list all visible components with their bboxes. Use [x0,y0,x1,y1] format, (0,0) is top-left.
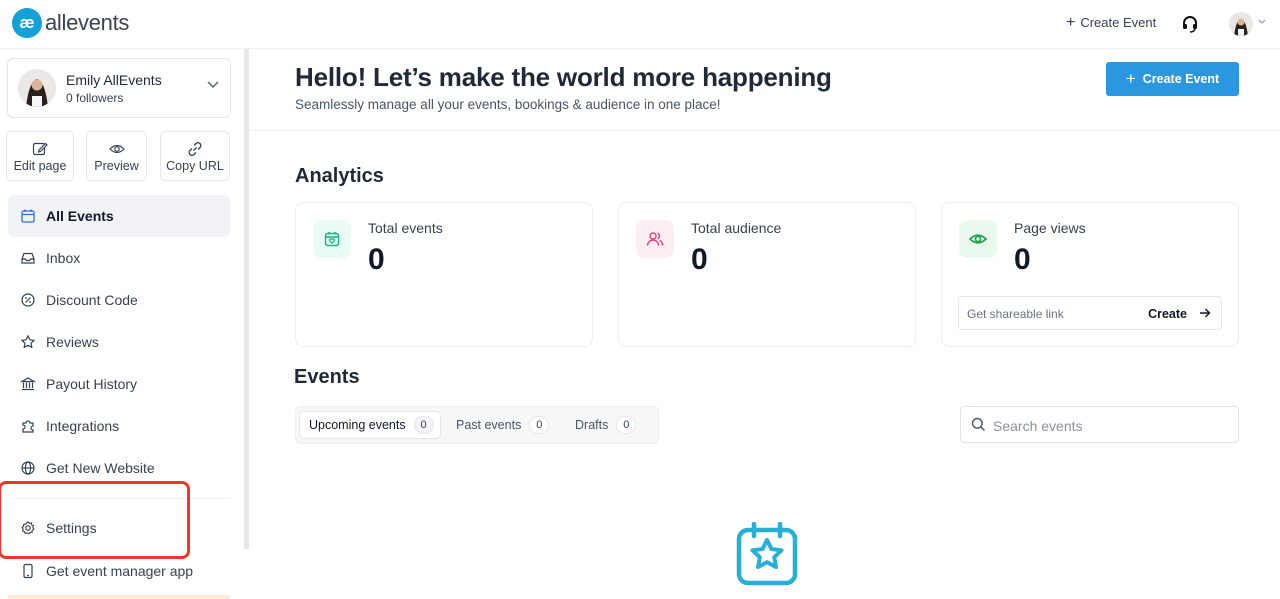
sidebar-item-payout-history[interactable]: Payout History [8,363,230,405]
search-events-box[interactable] [960,406,1239,443]
sidebar-item-label: Discount Code [46,292,138,308]
tab-past-events[interactable]: Past events 0 [456,411,550,439]
total-audience-value: 0 [691,243,708,276]
tab-label: Drafts [575,418,609,432]
inbox-icon [20,250,36,266]
page-views-value: 0 [1014,243,1031,276]
phone-icon [20,563,36,579]
top-bar: æ allevents + Create Event [0,0,1280,49]
plus-icon: + [1066,13,1076,31]
star-icon [20,334,36,350]
preview-button[interactable]: Preview [86,131,147,181]
sidebar-item-label: Get event manager app [46,563,194,579]
promo-strip [8,595,230,599]
preview-label: Preview [94,159,139,173]
globe-icon [20,460,36,476]
create-event-button[interactable]: + Create Event [1106,62,1239,96]
header-create-event-link[interactable]: + Create Event [1066,13,1157,31]
tab-count: 0 [413,416,434,434]
copy-url-button[interactable]: Copy URL [160,131,230,181]
eye-icon [959,220,997,258]
tab-count: 0 [616,416,637,434]
chevron-down-icon[interactable] [1258,19,1266,25]
header-create-event-label: Create Event [1080,15,1157,30]
event-tabs: Upcoming events 0 Past events 0 Drafts 0 [295,406,659,444]
sidebar-item-label: Get New Website [46,460,155,476]
page-views-label: Page views [1014,220,1086,236]
edit-icon [32,141,48,157]
tab-upcoming-events[interactable]: Upcoming events 0 [299,411,441,439]
profile-followers: 0 followers [66,91,124,105]
puzzle-icon [20,418,36,434]
sidebar-item-reviews[interactable]: Reviews [8,321,230,363]
search-input[interactable] [991,413,1230,439]
sidebar-item-all-events[interactable]: All Events [8,195,230,237]
tab-label: Past events [456,418,522,432]
events-title: Events [294,366,360,388]
logo[interactable]: æ allevents [12,8,129,38]
bank-icon [20,376,36,392]
headset-icon[interactable] [1181,15,1199,33]
edit-page-label: Edit page [13,159,67,173]
copy-url-label: Copy URL [166,159,224,173]
sidebar-item-label: Integrations [46,418,120,434]
link-icon [187,141,203,157]
profile-name: Emily AllEvents [66,72,162,88]
sidebar-item-inbox[interactable]: Inbox [8,237,230,279]
logo-text: allevents [45,10,130,35]
total-events-card: Total events 0 [295,202,593,347]
user-avatar[interactable] [1229,12,1253,36]
sidebar: Emily AllEvents 0 followers Edit page Pr… [0,49,244,599]
logo-mark: æ [12,8,42,38]
sidebar-item-label: Reviews [46,334,99,350]
sidebar-item-label: Inbox [46,250,81,266]
sidebar-item-integrations[interactable]: Integrations [8,405,230,447]
total-events-label: Total events [368,220,443,236]
users-icon [636,220,674,258]
create-event-label: Create Event [1142,72,1220,86]
eye-icon [108,141,125,157]
total-audience-card: Total audience 0 [618,202,916,347]
tab-label: Upcoming events [309,418,406,432]
page-subtitle: Seamlessly manage all your events, booki… [295,97,721,112]
page-views-card: Page views 0 Get shareable link Create [941,202,1239,347]
profile-avatar [18,69,56,107]
arrow-right-icon[interactable] [1199,307,1211,319]
tab-count: 0 [529,416,550,434]
page-title: Hello! Let’s make the world more happeni… [295,62,832,92]
calendar-icon [20,208,36,224]
create-link-button[interactable]: Create [1148,307,1187,321]
discount-icon [20,292,36,308]
total-events-value: 0 [368,243,385,276]
sidebar-item-get-event-manager-app[interactable]: Get event manager app [8,550,230,592]
chevron-down-icon[interactable] [207,81,219,89]
sidebar-item-label: All Events [46,208,114,224]
total-audience-label: Total audience [691,220,782,236]
shareable-link-placeholder: Get shareable link [967,307,1064,321]
shareable-link-field[interactable]: Get shareable link Create [958,296,1222,330]
analytics-title: Analytics [295,165,384,187]
sidebar-item-discount-code[interactable]: Discount Code [8,279,230,321]
calendar-heart-icon [313,220,351,258]
profile-switcher[interactable]: Emily AllEvents 0 followers [7,58,231,118]
edit-page-button[interactable]: Edit page [6,131,74,181]
search-icon [971,417,986,432]
settings-highlight-box [0,481,190,559]
tab-drafts[interactable]: Drafts 0 [575,411,637,439]
calendar-star-icon [736,522,798,586]
sidebar-item-label: Payout History [46,376,138,392]
plus-icon: + [1125,69,1136,88]
